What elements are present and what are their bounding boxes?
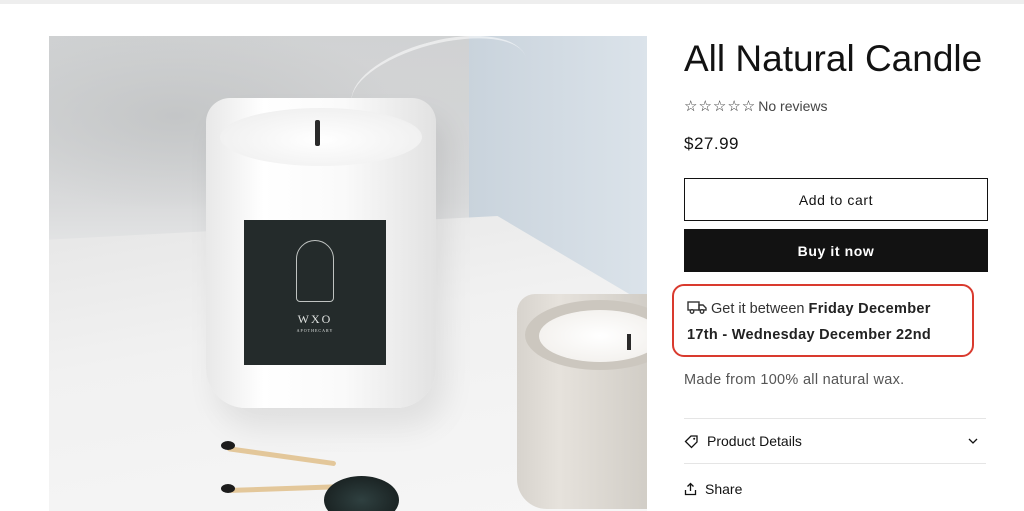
share-icon bbox=[684, 482, 697, 496]
delivery-estimate: Get it between Friday December 17th - We… bbox=[672, 284, 974, 357]
product-image[interactable]: WXO APOTHECARY bbox=[49, 36, 647, 511]
concrete-candle bbox=[517, 294, 647, 509]
truck-icon bbox=[687, 301, 707, 314]
label-brand: WXO bbox=[297, 312, 333, 326]
share-label: Share bbox=[705, 481, 743, 497]
reviews-label: No reviews bbox=[758, 98, 828, 114]
add-to-cart-button[interactable]: Add to cart bbox=[684, 178, 988, 221]
candle-wick bbox=[315, 120, 320, 146]
delivery-date-end: 17th - Wednesday December 22nd bbox=[687, 327, 932, 343]
chevron-down-icon bbox=[968, 438, 978, 444]
product-details-accordion[interactable]: Product Details bbox=[684, 423, 986, 459]
product-title: All Natural Candle bbox=[684, 38, 983, 79]
delivery-date-start: Friday December bbox=[808, 301, 931, 317]
rating: ☆☆☆☆☆ No reviews bbox=[684, 97, 828, 115]
label-botanical-icon bbox=[296, 240, 334, 302]
share-button[interactable]: Share bbox=[684, 471, 986, 507]
match-head bbox=[221, 484, 235, 493]
product-details-label: Product Details bbox=[707, 433, 802, 449]
star-rating-icon: ☆☆☆☆☆ bbox=[684, 98, 757, 115]
tag-icon bbox=[684, 434, 698, 448]
candle-wax-top bbox=[220, 108, 422, 166]
concrete-wick bbox=[627, 334, 631, 350]
candle-jar: WXO APOTHECARY bbox=[206, 98, 436, 408]
delivery-prefix: Get it between bbox=[711, 301, 805, 317]
buy-now-button[interactable]: Buy it now bbox=[684, 229, 988, 272]
product-price: $27.99 bbox=[684, 134, 739, 153]
candle-label: WXO APOTHECARY bbox=[244, 220, 386, 365]
divider bbox=[684, 463, 986, 464]
top-divider bbox=[0, 0, 1024, 4]
label-subtext: APOTHECARY bbox=[296, 328, 334, 333]
match-head bbox=[221, 441, 235, 450]
divider bbox=[684, 418, 986, 419]
product-description: Made from 100% all natural wax. bbox=[684, 372, 905, 388]
